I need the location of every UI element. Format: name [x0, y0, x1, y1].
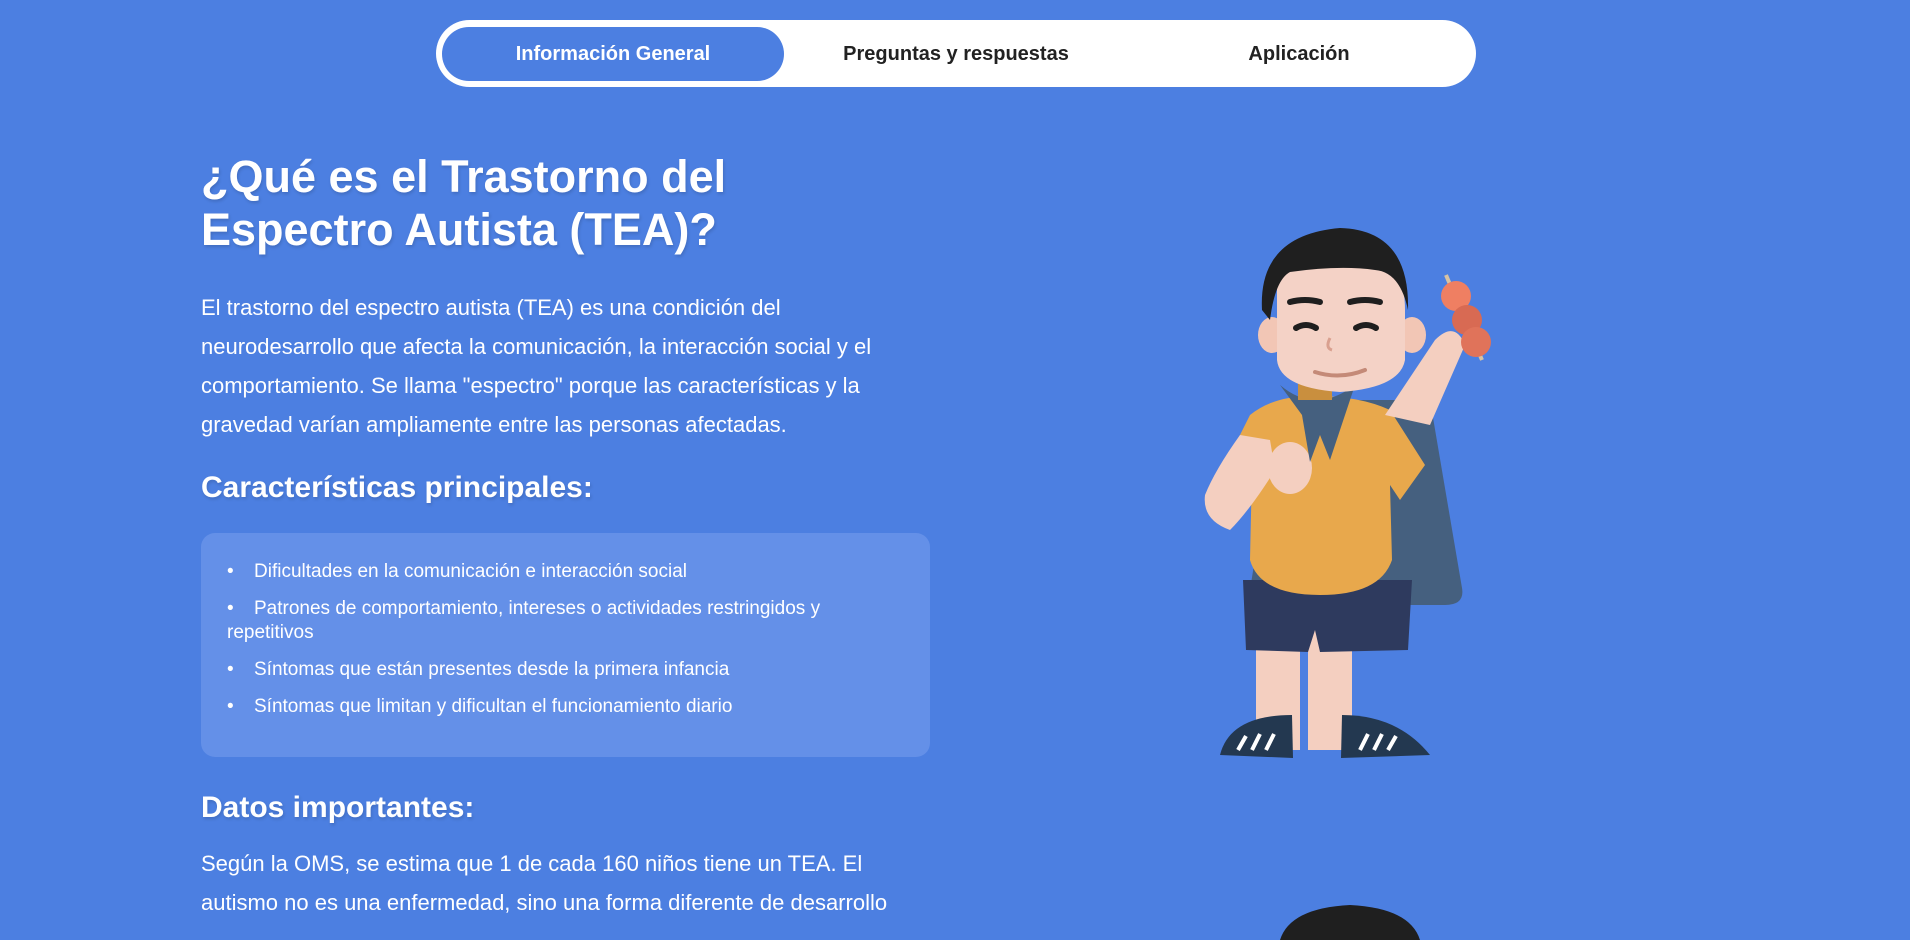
page-title: ¿Qué es el Trastorno del Espectro Autist…: [201, 151, 727, 255]
features-box: • Dificultades en la comunicación e inter…: [201, 533, 930, 757]
tab-bar: Información General Preguntas y respuest…: [436, 20, 1476, 87]
skewer-ball: [1461, 327, 1491, 357]
tab-informacion-general[interactable]: Información General: [442, 27, 784, 81]
left-eyebrow: [1287, 297, 1323, 305]
bullet-icon: •: [227, 561, 234, 582]
list-item: • Síntomas que están presentes desde la p…: [227, 658, 904, 682]
feature-text: Síntomas que están presentes desde la pr…: [254, 659, 730, 680]
feature-text: Dificultades en la comunicación e intera…: [254, 561, 688, 582]
tab-aplicacion[interactable]: Aplicación: [1128, 27, 1470, 81]
right-eye: [1353, 322, 1379, 331]
feature-text: Síntomas que limitan y dificultan el fun…: [254, 696, 733, 717]
bullet-icon: •: [227, 598, 234, 619]
left-hand: [1268, 442, 1312, 494]
info-section: ¿Qué es el Trastorno del Espectro Autist…: [201, 150, 931, 915]
features-list: • Dificultades en la comunicación e inter…: [227, 560, 904, 719]
bullet-icon: •: [227, 659, 234, 680]
left-shoe: [1220, 715, 1293, 758]
tab-preguntas-y-respuestas[interactable]: Preguntas y respuestas: [785, 27, 1127, 81]
boy-eating-skewer-illustration: [1204, 228, 1491, 758]
right-eyebrow: [1347, 297, 1383, 305]
facts-paragraph: Según la OMS, se estima que 1 de cada 16…: [201, 851, 888, 915]
list-item: • Síntomas que limitan y dificultan el fu…: [227, 695, 904, 719]
feature-text: Patrones de comportamiento, intereses o …: [227, 598, 821, 643]
list-item: • Dificultades en la comunicación e inter…: [227, 560, 904, 584]
features-heading: Características principales:: [201, 471, 593, 504]
right-shoe: [1341, 715, 1430, 758]
left-eye: [1293, 322, 1319, 331]
list-item: • Patrones de comportamiento, intereses o…: [227, 597, 904, 645]
intro-paragraph: El trastorno del espectro autista (TEA) …: [201, 295, 872, 437]
second-character-illustration: [1280, 905, 1420, 940]
bullet-icon: •: [227, 696, 234, 717]
facts-heading: Datos importantes:: [201, 791, 475, 824]
